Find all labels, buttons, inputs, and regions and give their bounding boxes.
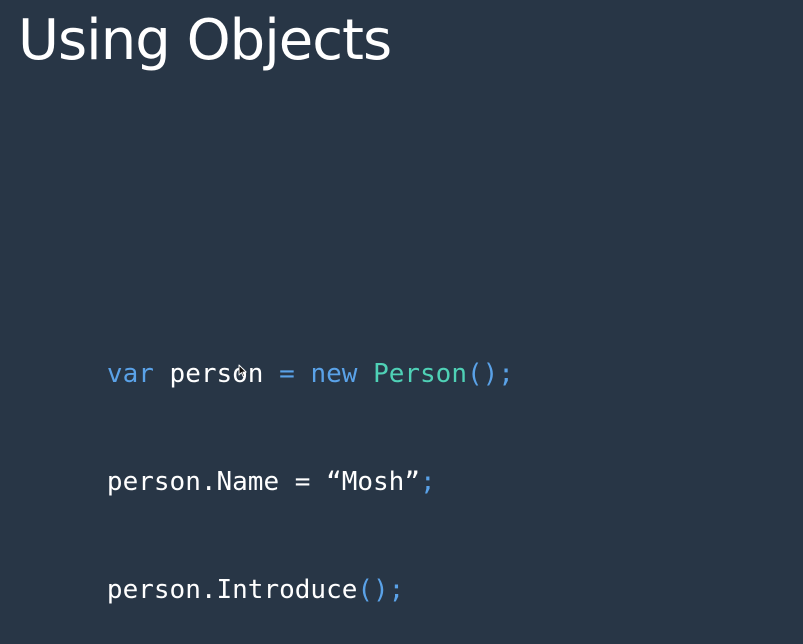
code-token: (); — [466, 359, 514, 389]
code-token: ; — [420, 467, 436, 497]
code-token: = — [279, 359, 295, 389]
code-token: Person — [373, 359, 467, 389]
slide-title: Using Objects — [18, 8, 392, 73]
code-token: person.Name = “Mosh” — [106, 467, 420, 497]
code-block: var person = new Person(); person.Name =… — [13, 248, 514, 644]
code-token: new — [310, 359, 358, 389]
code-token: person.Introduce — [106, 575, 358, 605]
presentation-slide: Using Objects var person = new Person();… — [0, 0, 803, 605]
code-line-1: var person = new Person(); — [13, 320, 514, 389]
code-line-2: person.Name = “Mosh”; — [13, 428, 514, 497]
code-line-3: person.Introduce(); — [13, 536, 514, 605]
code-token: (); — [357, 575, 405, 605]
mouse-pointer-icon — [238, 364, 247, 378]
code-token: var — [106, 359, 154, 389]
code-token: person — [153, 359, 280, 389]
